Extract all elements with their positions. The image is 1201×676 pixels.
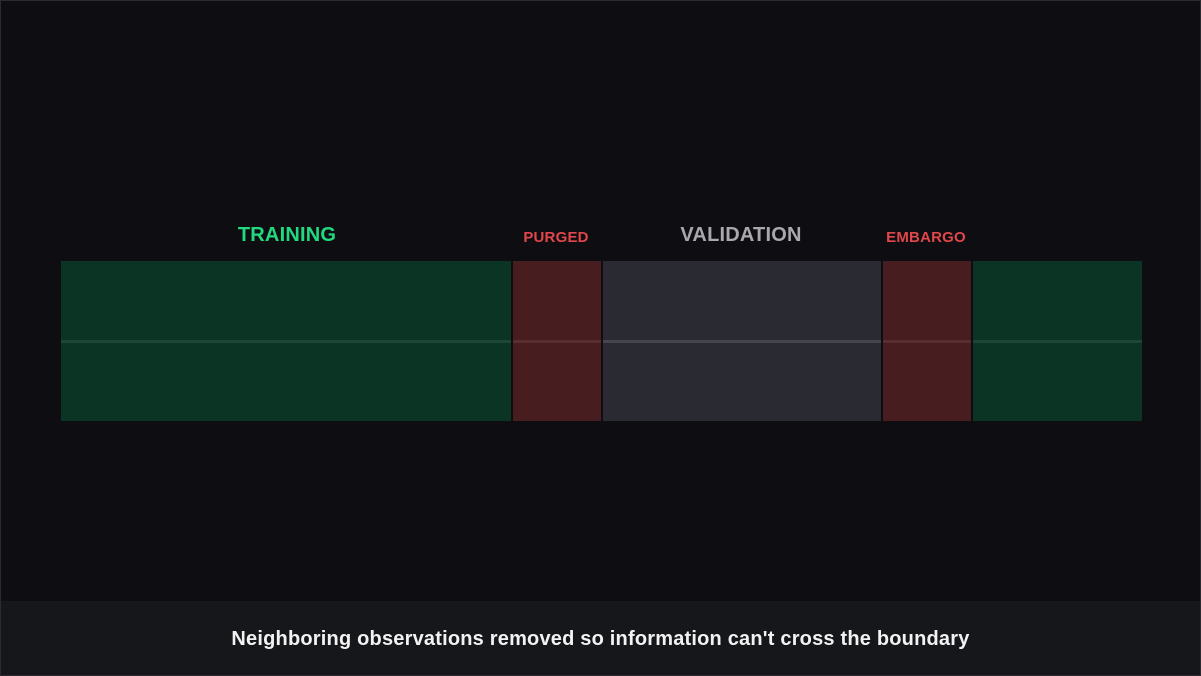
segment-divider — [511, 261, 513, 421]
caption-bar: Neighboring observations removed so info… — [1, 601, 1200, 675]
purged-label: PURGED — [523, 229, 589, 246]
training-segment — [61, 261, 511, 421]
embargo-label: EMBARGO — [886, 229, 966, 246]
validation-label: VALIDATION — [680, 224, 802, 246]
segment-divider — [881, 261, 883, 421]
segment-divider — [601, 261, 603, 421]
validation-segment — [602, 261, 882, 421]
segment-divider — [971, 261, 973, 421]
training-after-midline — [972, 340, 1142, 343]
caption-text: Neighboring observations removed so info… — [231, 628, 970, 650]
timeline-bar — [61, 261, 1142, 421]
embargo-midline — [882, 340, 972, 343]
training-label: TRAINING — [237, 224, 337, 246]
diagram-canvas: TRAINING PURGED VALIDATION EMBARGO — [0, 0, 1201, 676]
purged-midline — [511, 340, 602, 343]
validation-midline — [602, 340, 882, 343]
training-segment-after — [972, 261, 1142, 421]
purged-segment — [511, 261, 602, 421]
embargo-segment — [882, 261, 972, 421]
training-midline — [61, 340, 511, 343]
